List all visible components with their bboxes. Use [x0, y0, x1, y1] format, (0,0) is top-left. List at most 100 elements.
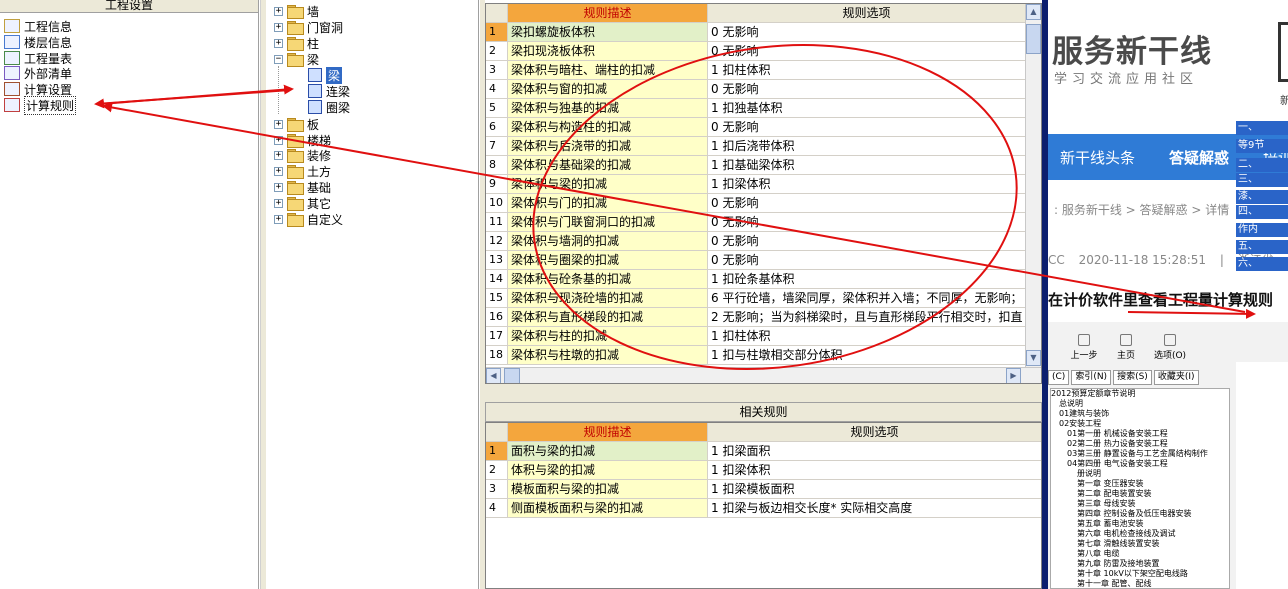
rule-option[interactable]: 1 扣后浇带体积 — [708, 137, 1026, 156]
rule-option[interactable]: 1 扣梁模板面积 — [708, 480, 1041, 499]
help-tree-item: 总说明 — [1059, 399, 1083, 408]
help-content: 一、 等9节 二、 三、 漆、 四、 作内 五、 六、 — [1236, 121, 1288, 589]
expand-icon[interactable]: + — [274, 119, 283, 129]
rule-option[interactable]: 1 扣梁面积 — [708, 442, 1041, 461]
rule-option[interactable]: 0 无影响 — [708, 251, 1026, 270]
rule-option[interactable]: 0 无影响 — [708, 213, 1026, 232]
scroll-down-button[interactable]: ▼ — [1026, 350, 1041, 366]
table-row[interactable]: 11 梁体积与门联窗洞口的扣减 0 无影响 — [486, 213, 1026, 232]
table-row[interactable]: 1 面积与梁的扣减 1 扣梁面积 — [486, 442, 1041, 461]
table-row[interactable]: 2 体积与梁的扣减 1 扣梁体积 — [486, 461, 1041, 480]
tree-folder[interactable]: + 基础 — [274, 179, 331, 195]
tree-leaf[interactable]: 连梁 — [308, 83, 350, 99]
table-row[interactable]: 4 侧面模板面积与梁的扣减 1 扣梁与板边相交长度* 实际相交高度 — [486, 499, 1041, 518]
rule-option[interactable]: 1 扣梁体积 — [708, 175, 1026, 194]
nav-item[interactable]: 楼层信息 — [4, 34, 72, 50]
row-number: 5 — [486, 99, 508, 118]
scroll-right-button[interactable]: ▶ — [1006, 368, 1021, 383]
table-row[interactable]: 12 梁体积与墙洞的扣减 0 无影响 — [486, 232, 1026, 251]
rule-option[interactable]: 1 扣梁体积 — [708, 461, 1041, 480]
scroll-left-button[interactable]: ◀ — [486, 368, 501, 383]
table-row[interactable]: 14 梁体积与砼条基的扣减 1 扣砼条基体积 — [486, 270, 1026, 289]
rule-option[interactable]: 0 无影响 — [708, 232, 1026, 251]
help-tree-item: 第一章 变压器安装 — [1077, 479, 1144, 488]
table-row[interactable]: 15 梁体积与现浇砼墙的扣减 6 平行砼墙，墙梁同厚，梁体积并入墙；不同厚，无影响； — [486, 289, 1026, 308]
expand-icon[interactable]: + — [274, 166, 283, 176]
table-row[interactable]: 9 梁体积与梁的扣减 1 扣梁体积 — [486, 175, 1026, 194]
breadcrumb[interactable]: : 服务新干线 > 答疑解惑 > 详情 — [1054, 201, 1229, 218]
rule-option[interactable]: 1 扣柱体积 — [708, 327, 1026, 346]
expand-icon[interactable]: + — [274, 135, 283, 145]
tree-folder[interactable]: + 其它 — [274, 195, 331, 211]
header-desc[interactable]: 规则描述 — [508, 4, 708, 23]
tree-folder[interactable]: + 柱 — [274, 35, 319, 51]
nav-qa[interactable]: 答疑解惑 — [1169, 147, 1229, 168]
table-row[interactable]: 3 梁体积与暗柱、端柱的扣减 1 扣柱体积 — [486, 61, 1026, 80]
rule-option[interactable]: 0 无影响 — [708, 194, 1026, 213]
help-tree-item: 第六章 电机检查接线及调试 — [1077, 529, 1176, 538]
table-row[interactable]: 7 梁体积与后浇带的扣减 1 扣后浇带体积 — [486, 137, 1026, 156]
table-row[interactable]: 4 梁体积与窗的扣减 0 无影响 — [486, 80, 1026, 99]
tree-folder[interactable]: + 土方 — [274, 163, 331, 179]
rule-description: 梁体积与门联窗洞口的扣减 — [508, 213, 708, 232]
table-row[interactable]: 18 梁体积与柱墩的扣减 1 扣与柱墩相交部分体积 — [486, 346, 1026, 365]
hscroll-thumb[interactable] — [504, 368, 520, 383]
table-row[interactable]: 3 模板面积与梁的扣减 1 扣梁模板面积 — [486, 480, 1041, 499]
rule-option[interactable]: 0 无影响 — [708, 42, 1026, 61]
collapse-icon[interactable]: − — [274, 54, 283, 64]
table-row[interactable]: 16 梁体积与直形梯段的扣减 2 无影响；当为斜梯梁时，且与直形梯段平行相交时，扣直 — [486, 308, 1026, 327]
site-logo[interactable]: 服务新干线 — [1052, 26, 1212, 71]
table-row[interactable]: 5 梁体积与独基的扣减 1 扣独基体积 — [486, 99, 1026, 118]
tree-folder[interactable]: − 梁 — [274, 51, 319, 67]
expand-icon[interactable]: + — [274, 38, 283, 48]
scroll-up-button[interactable]: ▲ — [1026, 4, 1041, 20]
rule-option[interactable]: 0 无影响 — [708, 23, 1026, 42]
expand-icon[interactable]: + — [274, 198, 283, 208]
help-heading: 二、 — [1236, 158, 1288, 172]
beam-icon — [308, 84, 322, 98]
rule-option[interactable]: 2 无影响；当为斜梯梁时，且与直形梯段平行相交时，扣直 — [708, 308, 1026, 327]
header-option[interactable]: 规则选项 — [708, 423, 1041, 442]
nav-item[interactable]: 外部清单 — [4, 65, 72, 81]
rule-option[interactable]: 0 无影响 — [708, 118, 1026, 137]
site-slogan: 学习交流应用社区 — [1054, 72, 1199, 87]
expand-icon[interactable]: + — [274, 214, 283, 224]
rule-option[interactable]: 1 扣砼条基体积 — [708, 270, 1026, 289]
rule-option[interactable]: 1 扣梁与板边相交长度* 实际相交高度 — [708, 499, 1041, 518]
rule-option[interactable]: 1 扣柱体积 — [708, 61, 1026, 80]
header-option[interactable]: 规则选项 — [708, 4, 1026, 23]
expand-icon[interactable]: + — [274, 182, 283, 192]
rule-option[interactable]: 1 扣基础梁体积 — [708, 156, 1026, 175]
tree-connector — [278, 66, 279, 114]
table-row[interactable]: 10 梁体积与门的扣减 0 无影响 — [486, 194, 1026, 213]
tree-folder[interactable]: + 门窗洞 — [274, 19, 343, 35]
tree-leaf[interactable]: 圈梁 — [308, 99, 350, 115]
table-row[interactable]: 8 梁体积与基础梁的扣减 1 扣基础梁体积 — [486, 156, 1026, 175]
table-row[interactable]: 6 梁体积与构造柱的扣减 0 无影响 — [486, 118, 1026, 137]
nav-item[interactable]: 工程信息 — [4, 18, 72, 34]
tree-leaf[interactable]: 梁 — [308, 66, 343, 84]
tree-folder[interactable]: + 装修 — [274, 147, 331, 163]
rule-option[interactable]: 6 平行砼墙，墙梁同厚，梁体积并入墙；不同厚，无影响； — [708, 289, 1026, 308]
expand-icon[interactable]: + — [274, 22, 283, 32]
tree-folder[interactable]: + 自定义 — [274, 211, 343, 227]
scroll-thumb[interactable] — [1026, 24, 1041, 54]
nav-item[interactable]: 计算规则 — [4, 95, 77, 115]
table-row[interactable]: 1 梁扣螺旋板体积 0 无影响 — [486, 23, 1026, 42]
tree-folder[interactable]: + 板 — [274, 116, 319, 132]
help-tree-item: 第二章 配电装置安装 — [1077, 489, 1152, 498]
table-row[interactable]: 17 梁体积与柱的扣减 1 扣柱体积 — [486, 327, 1026, 346]
expand-icon[interactable]: + — [274, 6, 283, 16]
rule-option[interactable]: 1 扣独基体积 — [708, 99, 1026, 118]
header-desc[interactable]: 规则描述 — [508, 423, 708, 442]
nav-headlines[interactable]: 新干线头条 — [1060, 147, 1135, 168]
rule-option[interactable]: 0 无影响 — [708, 80, 1026, 99]
tree-folder[interactable]: + 墙 — [274, 3, 319, 19]
vertical-scrollbar[interactable]: ▲ ▼ — [1025, 4, 1041, 367]
table-row[interactable]: 13 梁体积与圈梁的扣减 0 无影响 — [486, 251, 1026, 270]
expand-icon[interactable]: + — [274, 150, 283, 160]
horizontal-scrollbar[interactable]: ◀ ▶ — [486, 367, 1041, 383]
rule-option[interactable]: 1 扣与柱墩相交部分体积 — [708, 346, 1026, 365]
back-arrow-icon — [1078, 334, 1090, 346]
table-row[interactable]: 2 梁扣现浇板体积 0 无影响 — [486, 42, 1026, 61]
